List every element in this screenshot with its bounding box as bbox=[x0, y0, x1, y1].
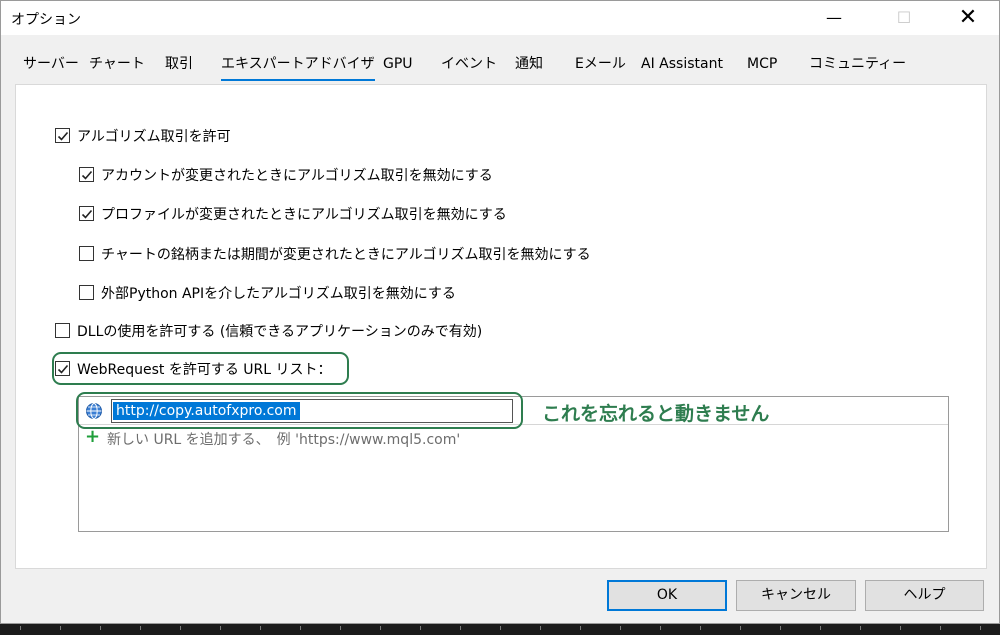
tab-expert-advisors[interactable]: エキスパートアドバイザ bbox=[221, 51, 375, 81]
tab-ai-assistant[interactable]: AI Assistant bbox=[641, 51, 723, 81]
option-label: DLLの使用を許可する (信頼できるアプリケーションのみで有効) bbox=[77, 324, 483, 340]
checkbox-disable-external-python[interactable] bbox=[79, 285, 94, 300]
ruler-tick bbox=[300, 626, 301, 630]
ruler-tick bbox=[460, 626, 461, 630]
ruler-tick bbox=[980, 626, 981, 630]
checkmark-icon bbox=[81, 209, 93, 219]
checkbox-disable-on-account-change[interactable] bbox=[79, 167, 94, 182]
maximize-button[interactable]: ☐ bbox=[881, 1, 927, 35]
ok-button[interactable]: OK bbox=[607, 580, 727, 611]
checkbox-disable-on-symbol-change[interactable] bbox=[79, 246, 94, 261]
tab-notifications[interactable]: 通知 bbox=[515, 51, 543, 81]
ruler-tick bbox=[260, 626, 261, 630]
help-button[interactable]: ヘルプ bbox=[865, 580, 984, 611]
option-label: 外部Python APIを介したアルゴリズム取引を無効にする bbox=[101, 286, 456, 302]
checkbox-allow-algo-trading[interactable] bbox=[55, 128, 70, 143]
option-label: チャートの銘柄または期間が変更されたときにアルゴリズム取引を無効にする bbox=[101, 247, 591, 263]
tab-trade[interactable]: 取引 bbox=[165, 51, 193, 81]
ruler-tick bbox=[340, 626, 341, 630]
ruler-tick bbox=[820, 626, 821, 630]
checkmark-icon bbox=[81, 170, 93, 180]
ruler-tick bbox=[660, 626, 661, 630]
ruler-tick bbox=[940, 626, 941, 630]
option-label: アカウントが変更されたときにアルゴリズム取引を無効にする bbox=[101, 168, 493, 184]
window-title: オプション bbox=[11, 12, 81, 28]
ruler-tick bbox=[500, 626, 501, 630]
checkbox-allow-dll[interactable] bbox=[55, 323, 70, 338]
ruler-tick bbox=[580, 626, 581, 630]
ruler-tick bbox=[100, 626, 101, 630]
annotation-outline-url bbox=[76, 392, 523, 429]
tab-mcp[interactable]: MCP bbox=[747, 51, 777, 81]
minimize-button[interactable]: — bbox=[811, 1, 857, 35]
ruler-tick bbox=[780, 626, 781, 630]
tab-community[interactable]: コミュニティー bbox=[809, 51, 906, 81]
option-label: WebRequest を許可する URL リスト： bbox=[77, 362, 332, 378]
ruler-tick bbox=[180, 626, 181, 630]
ruler-tick bbox=[860, 626, 861, 630]
ruler-tick bbox=[700, 626, 701, 630]
plus-icon: + bbox=[85, 426, 101, 447]
checkbox-allow-webrequest[interactable] bbox=[55, 361, 70, 376]
ruler-tick bbox=[540, 626, 541, 630]
ruler-tick bbox=[20, 626, 21, 630]
title-bar: オプション — ☐ ✕ bbox=[1, 1, 999, 35]
options-dialog: オプション — ☐ ✕ サーバー チャート 取引 エキスパートアドバイザ GPU… bbox=[0, 0, 1000, 624]
checkmark-icon bbox=[57, 131, 69, 141]
close-button[interactable]: ✕ bbox=[945, 1, 991, 35]
annotation-note: これを忘れると動きません bbox=[542, 403, 770, 425]
add-url-placeholder: 新しい URL を追加する、 例 'https://www.mql5.com' bbox=[107, 432, 461, 448]
tab-server[interactable]: サーバー bbox=[23, 51, 79, 81]
ruler-tick bbox=[620, 626, 621, 630]
tab-gpu[interactable]: GPU bbox=[383, 51, 413, 81]
ruler-tick bbox=[60, 626, 61, 630]
checkmark-icon bbox=[57, 364, 69, 374]
ruler-tick bbox=[220, 626, 221, 630]
cancel-button[interactable]: キャンセル bbox=[736, 580, 856, 611]
tab-events[interactable]: イベント bbox=[441, 51, 497, 81]
ruler-tick bbox=[900, 626, 901, 630]
checkbox-disable-on-profile-change[interactable] bbox=[79, 206, 94, 221]
ruler-tick bbox=[420, 626, 421, 630]
ruler-tick bbox=[380, 626, 381, 630]
option-label: プロファイルが変更されたときにアルゴリズム取引を無効にする bbox=[101, 207, 507, 223]
tab-chart[interactable]: チャート bbox=[89, 51, 145, 81]
option-label: アルゴリズム取引を許可 bbox=[77, 129, 231, 145]
ruler-tick bbox=[740, 626, 741, 630]
tab-email[interactable]: Eメール bbox=[575, 51, 626, 81]
ruler-tick bbox=[140, 626, 141, 630]
